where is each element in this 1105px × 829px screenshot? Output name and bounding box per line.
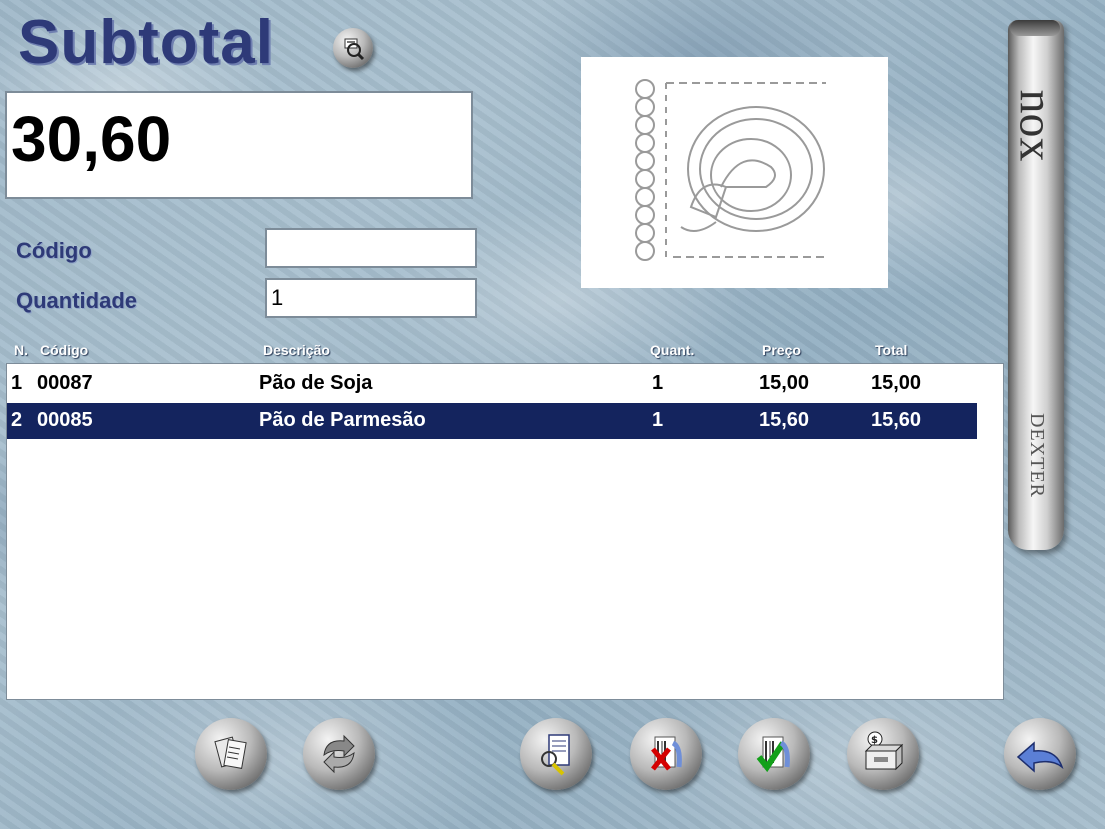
cash-register-button[interactable]: $	[847, 718, 919, 790]
confirm-button[interactable]	[738, 718, 810, 790]
zoom-icon	[344, 38, 365, 61]
quantidade-label: Quantidade	[16, 288, 138, 313]
col-header-n: N.	[14, 342, 28, 358]
refresh-button[interactable]	[303, 718, 375, 790]
dexter-logo: DEXTER	[1010, 385, 1062, 525]
cancel-item-icon	[651, 736, 682, 771]
cancel-item-button[interactable]	[630, 718, 702, 790]
back-arrow-icon	[1016, 741, 1064, 773]
search-receipt-icon	[541, 734, 570, 776]
col-header-codigo: Código	[40, 342, 89, 358]
quantidade-input[interactable]	[265, 278, 477, 318]
table-row-selected[interactable]: 2 00085 Pão de Parmesão 1 15,60 15,60	[7, 403, 977, 439]
col-header-total: Total	[875, 342, 908, 358]
col-header-preco: Preço	[762, 342, 801, 358]
cash-register-icon: $	[864, 731, 904, 771]
documents-button[interactable]	[195, 718, 267, 790]
subtotal-value: 30,60	[11, 103, 172, 175]
row-descricao: Pão de Soja	[259, 372, 373, 394]
subtotal-display: 30,60	[5, 91, 473, 199]
company-logo-icon	[635, 79, 826, 261]
row-total: 15,60	[871, 409, 922, 431]
row-quant: 1	[652, 409, 664, 431]
codigo-input[interactable]	[265, 228, 477, 268]
brand-panel-cap	[1010, 20, 1060, 36]
dexter-logo-text: DEXTER	[1025, 412, 1048, 498]
nox-logo-text: nox	[1009, 89, 1063, 161]
search-receipt-button[interactable]	[520, 718, 592, 790]
row-quant: 1	[652, 372, 664, 394]
row-codigo: 00085	[37, 409, 93, 431]
zoom-button[interactable]	[333, 28, 373, 68]
row-n: 1	[11, 372, 23, 394]
nox-logo: nox	[1009, 60, 1063, 190]
row-descricao: Pão de Parmesão	[259, 409, 426, 431]
svg-text:$: $	[871, 735, 878, 746]
items-table[interactable]: 1 00087 Pão de Soja 1 15,00 15,00 2 0008…	[6, 363, 1004, 700]
col-header-descricao: Descrição	[263, 342, 330, 358]
row-codigo: 00087	[37, 372, 93, 394]
table-row[interactable]: 1 00087 Pão de Soja 1 15,00 15,00	[7, 366, 977, 402]
row-total: 15,00	[871, 372, 922, 394]
row-n: 2	[11, 409, 23, 431]
row-preco: 15,00	[759, 372, 810, 394]
documents-icon	[214, 736, 247, 769]
col-header-quant: Quant.	[650, 342, 695, 358]
back-button[interactable]	[1004, 718, 1076, 790]
confirm-icon	[756, 736, 790, 773]
page-title: Subtotal	[18, 8, 274, 77]
refresh-icon	[323, 734, 355, 774]
codigo-label: Código	[16, 238, 92, 263]
row-preco: 15,60	[759, 409, 810, 431]
product-image	[581, 57, 888, 288]
